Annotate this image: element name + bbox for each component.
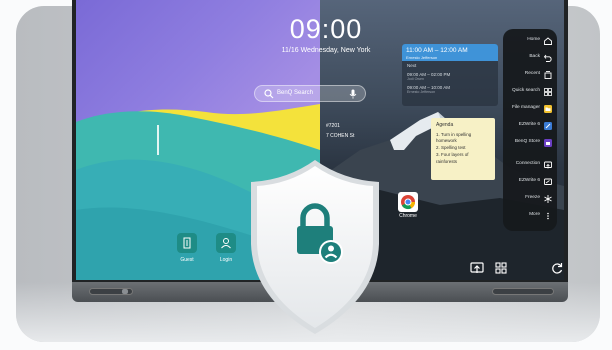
user-icon [221,238,231,249]
screen-share-icon[interactable] [469,260,485,276]
front-ports-right [492,288,554,295]
connection-icon [544,161,552,169]
sidebar-item-label: EZWrite 6 [518,122,540,127]
sidebar-item-connection[interactable]: Connection [503,157,557,174]
sensor-dot [122,289,128,294]
date-location: 11/16 Wednesday, New York [281,47,371,54]
calendar-event-owner: Ernesto Jefferson [407,90,436,94]
agenda-title: Agenda [436,122,454,128]
clock: 09:00 [289,14,363,44]
sidebar-item-label: Quick search [512,88,540,93]
sidebar-item-label: BenQ Store [514,139,540,144]
sidebar-item-quick-search[interactable]: Quick search [503,84,557,101]
grid-icon [544,88,552,96]
calendar-section-label: Next [407,63,417,68]
refresh-icon[interactable] [549,260,564,276]
search-bar[interactable]: BenQ Search [254,85,366,102]
calendar-event-owner: Jodi Owen [407,77,424,81]
guest-button[interactable] [177,233,197,253]
location-line: #7201 [326,123,340,129]
back-icon [543,54,552,62]
sidebar-item-label: Home [527,37,540,42]
agenda-item: 2. Spelling test [436,145,466,150]
ezwrite-icon [544,122,552,130]
chrome-label: Chrome [399,213,417,219]
edge-handle[interactable] [157,125,159,155]
whiteboard-icon [544,178,552,185]
sidebar-item-freeze[interactable]: Freeze [503,191,557,208]
location-widget: #7201 7 COHEN St [326,122,354,141]
freeze-icon [544,195,552,203]
microphone-icon[interactable] [349,89,357,99]
sidebar-item-benq-store[interactable]: BenQ Store [503,135,557,152]
store-icon [544,139,552,147]
security-shield-icon [251,160,379,334]
sidebar-item-file-manager[interactable]: File manager [503,101,557,118]
sidebar-item-label: EZWrite 6 [518,178,540,183]
home-icon [544,37,552,45]
sidebar-item-home[interactable]: Home [503,33,557,50]
guest-icon [183,237,191,249]
calendar-current-event: 11:00 AM – 12:00 AM Ernesto Jefferson [402,44,498,61]
calendar-widget[interactable]: 11:00 AM – 12:00 AM Ernesto Jefferson Ne… [402,44,498,106]
apps-grid-icon[interactable] [493,260,509,276]
sidebar-item-ezwrite-board[interactable]: EZWrite 6 [503,174,557,191]
sidebar-item-label: Recent [524,71,540,76]
sidebar-item-back[interactable]: Back [503,50,557,67]
side-toolbar: Home Back Recent Quick search File manag… [503,29,557,231]
folder-icon [544,105,552,113]
sidebar-item-label: File manager [512,105,540,110]
guest-label: Guest [180,257,194,263]
bottom-dock [469,256,564,280]
search-icon [264,89,274,99]
location-line: 7 COHEN St [326,132,355,139]
sidebar-item-recent[interactable]: Recent [503,67,557,84]
agenda-item: 3. Four layers of rainforests [436,151,469,164]
chrome-icon[interactable] [398,192,418,212]
more-icon [547,212,549,220]
calendar-event: 09:00 AM – 10:00 AM Ernesto Jefferson [402,83,498,96]
sidebar-item-ezwrite[interactable]: EZWrite 6 [503,118,557,135]
calendar-current-owner: Ernesto Jefferson [406,55,438,60]
calendar-event: 09:00 AM – 02:00 PM Jodi Owen [402,70,498,83]
login-label: Login [219,257,233,263]
search-placeholder: BenQ Search [277,90,314,96]
recent-icon [544,71,552,79]
sidebar-item-label: Connection [515,161,540,166]
agenda-note[interactable]: Agenda 1. Turn in spelling homework 2. S… [431,118,495,180]
agenda-item: 1. Turn in spelling homework [436,131,472,144]
stage: 09:00 11/16 Wednesday, New York BenQ Sea… [0,0,612,350]
sidebar-item-label: Back [529,54,540,59]
sidebar-item-label: Freeze [525,195,540,200]
sidebar-item-label: More [529,212,540,217]
calendar-current-time: 11:00 AM – 12:00 AM [406,47,468,54]
sidebar-item-more[interactable]: More [503,208,557,225]
login-button[interactable] [216,233,236,253]
